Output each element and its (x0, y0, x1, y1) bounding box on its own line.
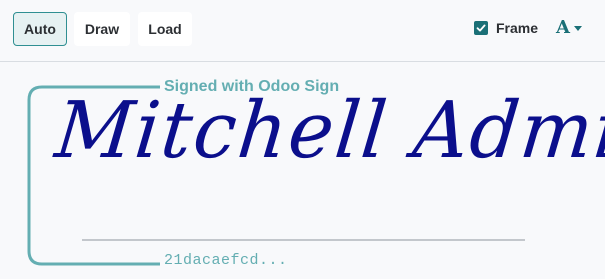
signature-hash: 21dacaefcd... (162, 252, 290, 269)
signature-name: Mitchell Admin (51, 86, 605, 176)
